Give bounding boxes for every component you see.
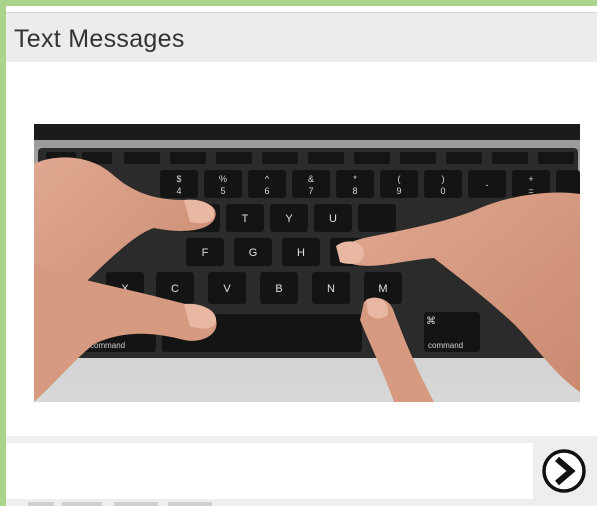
key-9: 9 [396, 186, 401, 196]
keyboard-photo: $ 4 % 5 ^ 6 & 7 * 8 ( 9 ) 0 - + = T Y U … [34, 124, 580, 402]
key-y: Y [285, 213, 293, 225]
key-4: 4 [176, 186, 181, 196]
key-command-right: command [428, 341, 463, 350]
send-button[interactable] [534, 446, 592, 496]
key-g: G [249, 247, 258, 259]
key-star: * [353, 174, 357, 184]
key-0: 0 [440, 186, 445, 196]
key-t: T [242, 213, 249, 225]
key-amp: & [308, 174, 314, 184]
circle-chevron-right-icon [542, 449, 586, 493]
key-6: 6 [264, 186, 269, 196]
keyboard-hint-key [28, 502, 54, 506]
header-bar: Text Messages [6, 12, 597, 62]
key-v: V [223, 283, 231, 295]
key-f: F [202, 247, 209, 259]
key-dollar: $ [176, 174, 181, 184]
key-5: 5 [220, 186, 225, 196]
keyboard-hint-key [168, 502, 212, 506]
key-8: 8 [352, 186, 357, 196]
key-b: B [275, 283, 282, 295]
message-input[interactable] [6, 443, 533, 499]
key-percent: % [219, 174, 227, 184]
key-u: U [329, 213, 337, 225]
messages-window: Text Messages $ 4 % 5 ^ 6 & 7 * 8 (9) … [6, 6, 597, 506]
key-h: H [297, 247, 305, 259]
keyboard-hint-key [62, 502, 102, 506]
page-title: Text Messages [14, 25, 185, 53]
key-7: 7 [308, 186, 313, 196]
key-plus: + [528, 174, 533, 184]
key-minus: - [486, 180, 489, 190]
key-lparen: ( [398, 174, 401, 184]
key-m: M [378, 283, 387, 295]
key-n: N [327, 283, 335, 295]
key-rparen: ) [442, 174, 445, 184]
compose-bar [6, 436, 597, 506]
svg-text:⌘: ⌘ [426, 316, 436, 327]
key-c: C [171, 283, 179, 295]
keyboard-hint-key [114, 502, 158, 506]
keyboard-image: $ 4 % 5 ^ 6 & 7 * 8 ( 9 ) 0 - + = T Y U … [34, 124, 580, 402]
